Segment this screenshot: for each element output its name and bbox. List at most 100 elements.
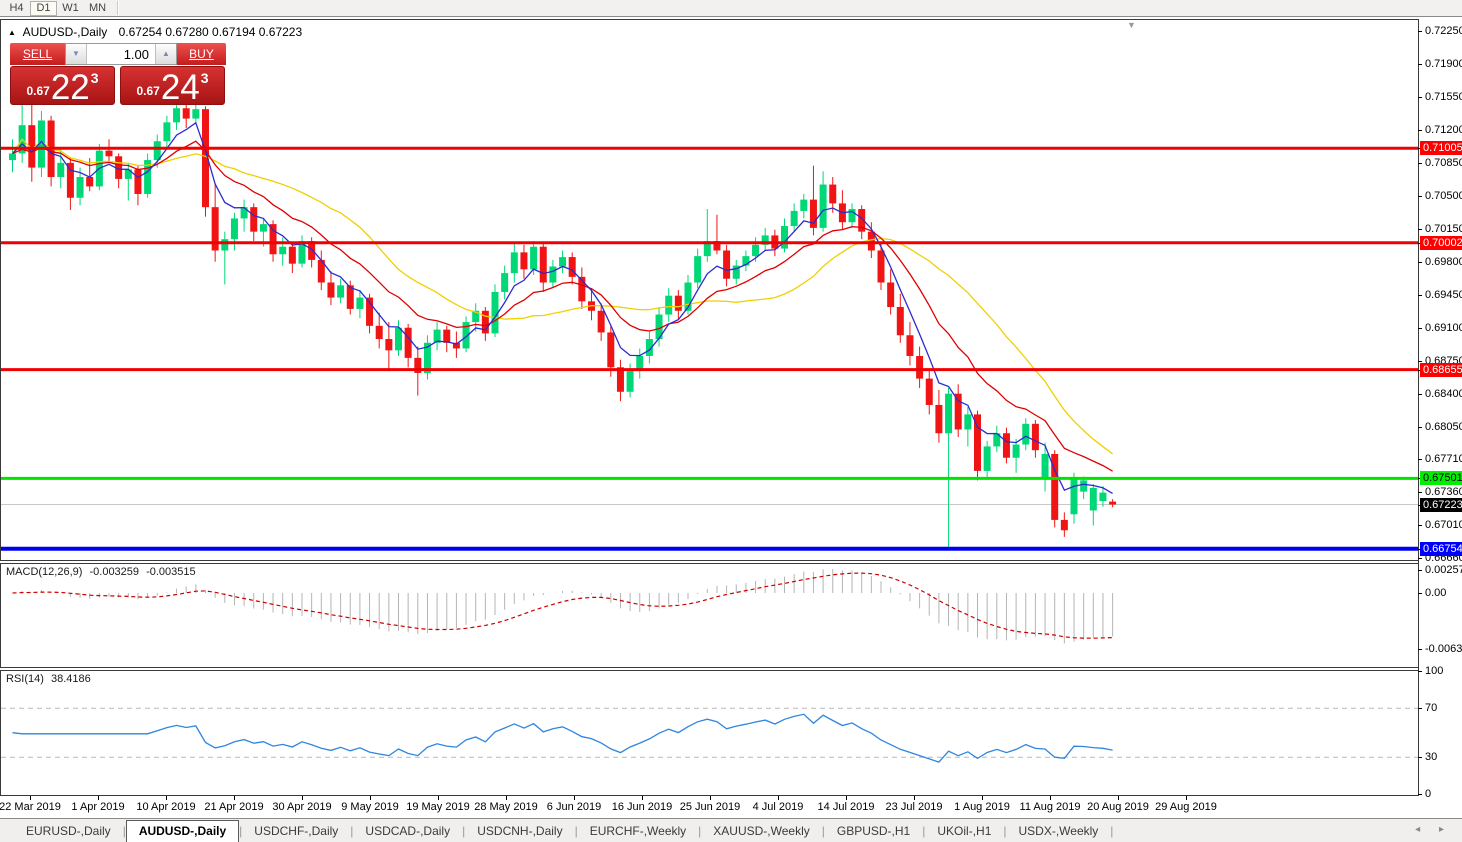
axis-tick — [1418, 31, 1422, 32]
buy-price-big-digits: 24 — [161, 71, 200, 104]
buy-price-panel[interactable]: 0.67 24 3 — [120, 66, 225, 105]
axis-tick — [1418, 593, 1422, 594]
chart-tab-gbpusd[interactable]: GBPUSD-,H1 — [825, 821, 922, 842]
time-axis-label: 20 Aug 2019 — [1087, 801, 1149, 813]
time-axis-label: 25 Jun 2019 — [680, 801, 741, 813]
volume-decrease-icon[interactable]: ▼ — [66, 44, 86, 64]
axis-tick — [1418, 757, 1422, 758]
price-tick-label: 0.69100 — [1425, 322, 1462, 334]
price-tick-label: 0.71200 — [1425, 124, 1462, 136]
macd-label: MACD(12,26,9) -0.003259 -0.003515 — [6, 566, 196, 578]
axis-tick — [1418, 64, 1422, 65]
time-axis-tick — [914, 796, 915, 800]
time-axis-tick — [98, 796, 99, 800]
time-axis-tick — [438, 796, 439, 800]
axis-tick — [1418, 361, 1422, 362]
price-tick-label: 0.68400 — [1425, 388, 1462, 400]
price-tick-label: 0.71900 — [1425, 58, 1462, 70]
tab-scroll-right-icon[interactable]: ▸ — [1439, 824, 1452, 835]
time-axis-label: 11 Aug 2019 — [1020, 801, 1081, 813]
sell-button[interactable]: SELL — [10, 43, 65, 65]
axis-tick — [1418, 794, 1422, 795]
timeframe-button-mn[interactable]: MN — [84, 1, 111, 16]
axis-tick — [1418, 570, 1422, 571]
tab-scroll-left-icon[interactable]: ◂ — [1415, 824, 1428, 835]
volume-stepper: ▼ ▲ — [65, 43, 177, 65]
timeframe-toolbar: H4D1W1MN — [0, 0, 1462, 17]
time-axis-tick — [982, 796, 983, 800]
chart-title: ▲ AUDUSD-,Daily 0.67254 0.67280 0.67194 … — [8, 25, 302, 39]
price-level-badge: 0.67501 — [1420, 471, 1462, 485]
axis-tick — [1418, 229, 1422, 230]
tab-separator: | — [1110, 824, 1113, 842]
time-axis-tick — [30, 796, 31, 800]
axis-tick — [1418, 671, 1422, 672]
time-axis-tick — [1186, 796, 1187, 800]
time-axis-tick — [166, 796, 167, 800]
collapse-panel-icon[interactable]: ▲ — [8, 28, 16, 37]
buy-price-pip: 3 — [201, 70, 209, 86]
chart-tab-ukoil[interactable]: UKOil-,H1 — [925, 821, 1003, 842]
volume-increase-icon[interactable]: ▲ — [156, 44, 176, 64]
time-axis-label: 6 Jun 2019 — [547, 801, 601, 813]
time-axis-tick — [234, 796, 235, 800]
price-tick-label: 0.69450 — [1425, 289, 1462, 301]
price-tick-label: 0.67710 — [1425, 453, 1462, 465]
rsi-label: RSI(14) 38.4186 — [6, 673, 91, 685]
rsi-indicator-svg[interactable] — [1, 671, 1418, 795]
time-axis[interactable]: 22 Mar 20191 Apr 201910 Apr 201921 Apr 2… — [0, 796, 1418, 817]
timeframe-button-h4[interactable]: H4 — [3, 1, 30, 16]
price-tick-label: 30 — [1425, 751, 1437, 763]
timeframe-button-d1[interactable]: D1 — [30, 1, 57, 16]
time-axis-label: 14 Jul 2019 — [818, 801, 875, 813]
timeframe-button-w1[interactable]: W1 — [57, 1, 84, 16]
time-axis-label: 21 Apr 2019 — [204, 801, 263, 813]
macd-indicator-svg[interactable] — [1, 564, 1418, 667]
axis-tick — [1418, 708, 1422, 709]
axis-tick — [1418, 649, 1422, 650]
chart-symbol-label: AUDUSD-,Daily — [23, 25, 108, 39]
time-axis-label: 1 Aug 2019 — [954, 801, 1010, 813]
toolbar-separator — [117, 1, 119, 15]
time-axis-tick — [506, 796, 507, 800]
chart-tab-audusd[interactable]: AUDUSD-,Daily — [126, 820, 239, 842]
time-axis-label: 30 Apr 2019 — [272, 801, 331, 813]
axis-tick — [1418, 394, 1422, 395]
price-tick-label: 70 — [1425, 702, 1437, 714]
axis-tick — [1418, 328, 1422, 329]
chart-tab-usdcad[interactable]: USDCAD-,Daily — [353, 821, 462, 842]
axis-tick — [1418, 163, 1422, 164]
buy-button[interactable]: BUY — [177, 43, 226, 65]
price-tick-label: 0.70500 — [1425, 190, 1462, 202]
price-level-badge: 0.71005 — [1420, 141, 1462, 155]
time-axis-label: 9 May 2019 — [341, 801, 398, 813]
sell-price-prefix: 0.67 — [26, 84, 49, 98]
price-tick-label: -0.006326 — [1425, 643, 1462, 655]
chart-shift-marker-icon[interactable]: ▼ — [1127, 20, 1136, 30]
price-level-badge: 0.68655 — [1420, 363, 1462, 377]
price-level-badge: 0.67223 — [1420, 498, 1462, 512]
axis-tick — [1418, 295, 1422, 296]
chart-tab-xauusd[interactable]: XAUUSD-,Weekly — [701, 821, 821, 842]
time-axis-tick — [1050, 796, 1051, 800]
volume-input[interactable] — [86, 44, 156, 64]
chart-tab-usdcnh[interactable]: USDCNH-,Daily — [465, 821, 574, 842]
time-axis-tick — [574, 796, 575, 800]
time-axis-label: 1 Apr 2019 — [71, 801, 124, 813]
chart-ohlc-values: 0.67254 0.67280 0.67194 0.67223 — [119, 25, 303, 39]
chart-tab-usdx[interactable]: USDX-,Weekly — [1007, 821, 1111, 842]
price-level-badge: 0.70002 — [1420, 236, 1462, 250]
price-tick-label: 0.67360 — [1425, 486, 1462, 498]
price-tick-label: 0.70850 — [1425, 157, 1462, 169]
time-axis-tick — [710, 796, 711, 800]
axis-tick — [1418, 558, 1422, 559]
chart-tab-eurchf[interactable]: EURCHF-,Weekly — [578, 821, 698, 842]
sell-price-panel[interactable]: 0.67 22 3 — [10, 66, 115, 105]
chart-tab-eurusd[interactable]: EURUSD-,Daily — [14, 821, 123, 842]
time-axis-tick — [642, 796, 643, 800]
chart-tab-usdchf[interactable]: USDCHF-,Daily — [242, 821, 350, 842]
price-tick-label: 0.69800 — [1425, 256, 1462, 268]
price-tick-label: 0 — [1425, 788, 1431, 800]
time-axis-label: 19 May 2019 — [406, 801, 470, 813]
time-axis-tick — [778, 796, 779, 800]
